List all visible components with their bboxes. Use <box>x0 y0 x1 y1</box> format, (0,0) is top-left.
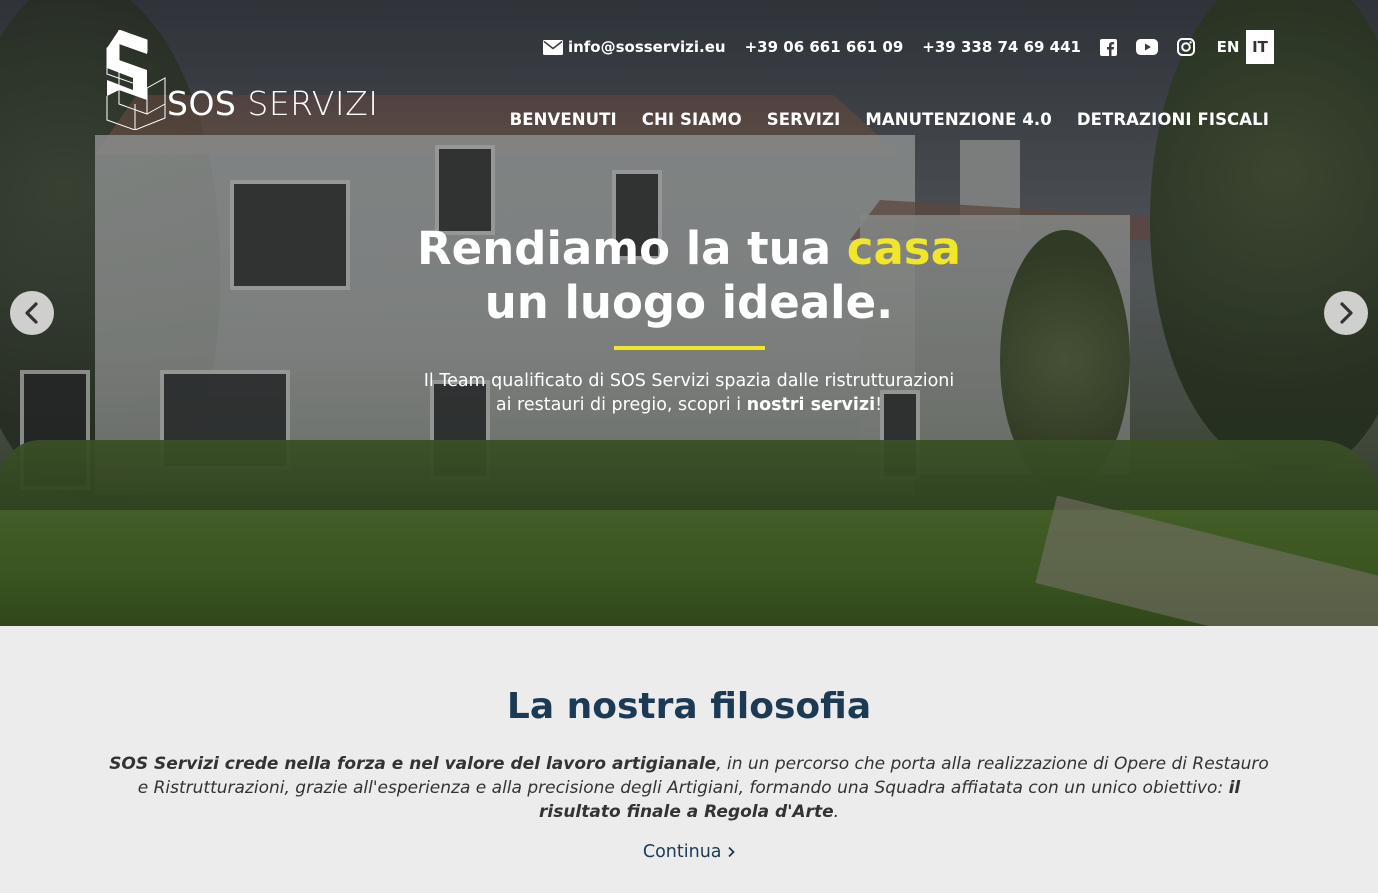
hero-subtitle: Il Team qualificato di SOS Servizi spazi… <box>0 369 1378 417</box>
hero-headline-line2: un luogo ideale. <box>484 276 894 329</box>
nav-item-detrazioni-fiscali[interactable]: DETRAZIONI FISCALI <box>1077 110 1269 129</box>
nav-item-servizi[interactable]: SERVIZI <box>767 110 841 129</box>
language-en[interactable]: EN <box>1214 30 1242 64</box>
philosophy-title: La nostra filosofia <box>506 686 872 727</box>
logo-wordmark: SOS SERVIZI <box>167 84 378 123</box>
instagram-icon[interactable] <box>1177 38 1195 56</box>
hero-subtitle-services-link[interactable]: nostri servizi <box>747 395 876 415</box>
phone-link-1[interactable]: +39 06 661 661 09 <box>745 38 904 56</box>
hero-subtitle-line2: ai restauri di pregio, scopri i <box>495 395 747 415</box>
philosophy-text: SOS Servizi crede nella forza e nel valo… <box>104 752 1274 824</box>
envelope-icon <box>542 39 563 55</box>
continua-label: Continua <box>642 842 722 862</box>
youtube-icon[interactable] <box>1136 39 1158 55</box>
hero-headline: Rendiamo la tua casa un luogo ideale. <box>0 222 1378 330</box>
continua-link[interactable]: Continua <box>0 842 1378 862</box>
phone-text-2: +39 338 74 69 441 <box>922 38 1081 56</box>
headline-divider <box>614 346 765 350</box>
philosophy-section: La nostra filosofia SOS Servizi crede ne… <box>0 626 1378 893</box>
hero-headline-text: Rendiamo la tua <box>417 222 847 275</box>
facebook-icon[interactable] <box>1100 38 1117 56</box>
contact-bar: info@sosservizi.eu +39 06 661 661 09 +39… <box>542 30 1274 64</box>
logo-wordmark-sos: SOS <box>167 84 237 123</box>
phone-text-1: +39 06 661 661 09 <box>744 38 904 56</box>
logo-s-mark-icon <box>106 30 166 130</box>
site-logo[interactable]: SOS SERVIZI <box>103 30 383 130</box>
hero-subtitle-punctuation: ! <box>875 395 883 415</box>
nav-item-chi-siamo[interactable]: CHI SIAMO <box>642 110 742 129</box>
slider-prev-button[interactable] <box>10 291 54 335</box>
phone-link-2[interactable]: +39 338 74 69 441 <box>922 38 1081 56</box>
philosophy-text-bold: SOS Servizi crede nella forza e nel valo… <box>109 754 717 774</box>
chevron-right-icon <box>1340 302 1353 324</box>
hero-headline-highlight: casa <box>846 222 961 275</box>
chevron-left-icon <box>25 302 38 324</box>
hero-slider: SOS SERVIZI info@sosservizi.eu +39 06 66… <box>0 0 1378 626</box>
language-it[interactable]: IT <box>1246 30 1274 64</box>
email-text: info@sosservizi.eu <box>567 38 726 56</box>
email-link[interactable]: info@sosservizi.eu <box>542 38 726 56</box>
slider-next-button[interactable] <box>1324 291 1368 335</box>
philosophy-text-period: . <box>833 802 840 822</box>
nav-item-benvenuti[interactable]: BENVENUTI <box>510 110 617 129</box>
hero-subtitle-line1: Il Team qualificato di SOS Servizi spazi… <box>423 371 955 391</box>
nav-item-manutenzione[interactable]: MANUTENZIONE 4.0 <box>865 110 1052 129</box>
main-navigation: BENVENUTI CHI SIAMO SERVIZI MANUTENZIONE… <box>510 110 1269 129</box>
logo-wordmark-servizi: SERVIZI <box>247 84 379 123</box>
chevron-right-icon <box>728 846 735 858</box>
